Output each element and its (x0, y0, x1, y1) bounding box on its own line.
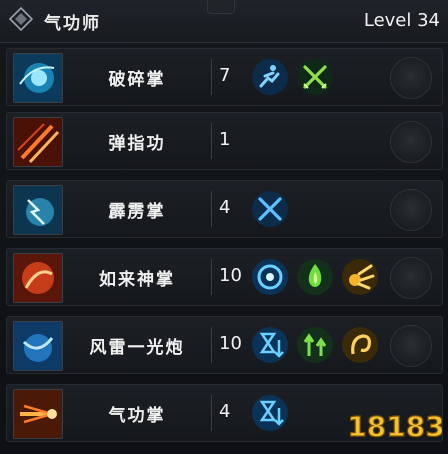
empty-slot[interactable] (390, 257, 432, 299)
skill-name: 破碎掌 (108, 70, 166, 90)
divider (211, 123, 212, 159)
watermark-text: 18183 (350, 410, 442, 443)
class-emblem-icon (8, 6, 34, 32)
skill-name: 霹雳掌 (108, 202, 166, 222)
skill-name: 弹指功 (108, 134, 166, 154)
empty-slot[interactable] (390, 121, 432, 163)
flame-palm-icon (13, 389, 63, 439)
fire-slash-icon (13, 117, 63, 167)
skill-level: 7 (219, 65, 231, 86)
skill-name: 如来神掌 (99, 270, 175, 290)
skill-level: 10 (219, 265, 242, 286)
hourglass-down-icon[interactable] (251, 394, 289, 432)
skill-level: 4 (219, 401, 231, 422)
fire-palm-icon (13, 253, 63, 303)
skill-name: 风雷一光炮 (89, 338, 185, 358)
empty-slot[interactable] (390, 325, 432, 367)
divider (211, 259, 212, 295)
frost-orb-icon[interactable] (251, 258, 289, 296)
gold-spiral-icon[interactable] (341, 326, 379, 364)
skill-level: 10 (219, 333, 242, 354)
divider (211, 327, 212, 363)
panel-handle[interactable] (207, 0, 235, 14)
lightning-palm-icon (13, 185, 63, 235)
skill-row[interactable]: 如来神掌 10 (6, 248, 443, 306)
blue-palm-burst-icon (13, 53, 63, 103)
gold-impact-icon[interactable] (341, 258, 379, 296)
empty-slot[interactable] (390, 189, 432, 231)
empty-slot[interactable] (390, 57, 432, 99)
site-watermark-logo: 18183 (350, 409, 442, 443)
class-title: 气功师 (44, 14, 101, 34)
arrows-up-icon[interactable] (296, 326, 334, 364)
skill-row[interactable]: 霹雳掌 4 (6, 180, 443, 238)
divider (211, 395, 212, 431)
divider (211, 59, 212, 95)
divider (211, 191, 212, 227)
crossed-swords-green-icon[interactable] (296, 58, 334, 96)
skill-row[interactable]: 弹指功 1 (6, 112, 443, 170)
crossed-swords-blue-icon[interactable] (251, 190, 289, 228)
character-level: Level 34 (363, 10, 440, 31)
sprint-icon[interactable] (251, 58, 289, 96)
skill-panel: 气功师 Level 34 破碎掌 7 弹指功 1 霹雳掌 4 如来神掌 10 风… (0, 0, 448, 454)
skill-name: 气功掌 (108, 406, 166, 426)
green-flame-icon[interactable] (296, 258, 334, 296)
hourglass-down-icon[interactable] (251, 326, 289, 364)
skill-row[interactable]: 风雷一光炮 10 (6, 316, 443, 374)
skill-row[interactable]: 破碎掌 7 (6, 48, 443, 106)
skill-level: 1 (219, 129, 231, 150)
wind-thunder-blast-icon (13, 321, 63, 371)
skill-level: 4 (219, 197, 231, 218)
